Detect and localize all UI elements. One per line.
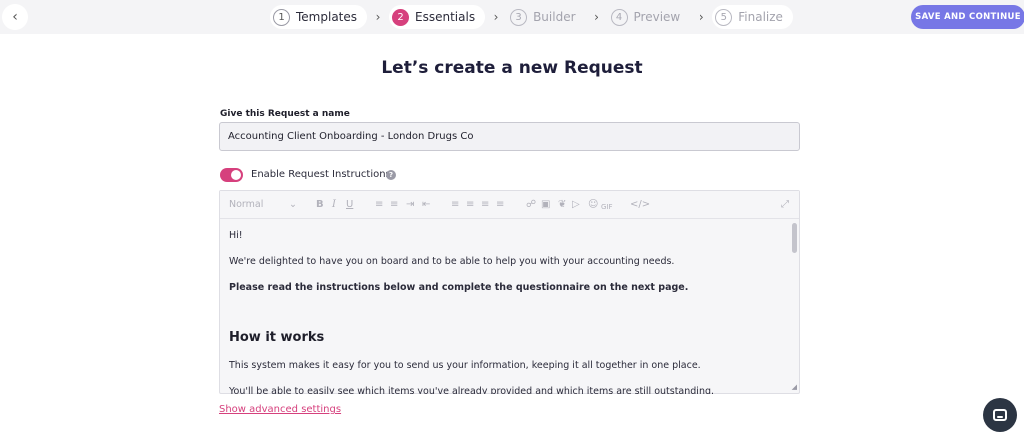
- step-templates[interactable]: 1 Templates: [270, 5, 368, 29]
- content-heading: How it works: [229, 330, 325, 345]
- content-paragraph: This system makes it easy for you to sen…: [229, 360, 701, 371]
- emoji-icon[interactable]: ☺: [588, 198, 598, 212]
- video-icon[interactable]: ▷: [572, 198, 580, 212]
- chevron-right-icon: ›: [493, 10, 499, 24]
- step-label: Finalize: [738, 10, 783, 24]
- attachment-icon[interactable]: ❦: [558, 198, 566, 212]
- step-label: Templates: [296, 10, 358, 24]
- italic-icon[interactable]: I: [332, 198, 336, 212]
- step-number: 1: [273, 8, 290, 26]
- content-bold-paragraph: Please read the instructions below and c…: [229, 282, 689, 293]
- gif-icon[interactable]: GIF: [601, 200, 613, 214]
- align-right-icon[interactable]: ≡: [481, 198, 489, 212]
- step-progress: 1 Templates › 2 Essentials › 3 Builder ›…: [270, 5, 793, 29]
- fullscreen-icon[interactable]: ⤢: [781, 198, 789, 212]
- request-name-input[interactable]: [219, 122, 800, 151]
- step-number: 3: [510, 8, 528, 26]
- step-number: 5: [715, 8, 733, 26]
- align-justify-icon[interactable]: ≡: [496, 198, 504, 212]
- link-icon[interactable]: ☍: [526, 198, 536, 212]
- chat-icon: [993, 409, 1007, 421]
- chevron-down-icon: ⌄: [289, 199, 297, 210]
- code-icon[interactable]: </>: [630, 198, 650, 212]
- request-name-label: Give this Request a name: [220, 109, 350, 119]
- step-essentials[interactable]: 2 Essentials: [389, 5, 486, 29]
- save-and-continue-button[interactable]: SAVE AND CONTINUE: [911, 5, 1024, 29]
- align-left-icon[interactable]: ≡: [451, 198, 459, 212]
- step-number: 2: [392, 8, 410, 26]
- outdent-icon[interactable]: ⇤: [422, 198, 430, 212]
- step-number: 4: [610, 8, 628, 26]
- back-button[interactable]: ‹: [2, 4, 28, 30]
- format-select-value: Normal: [229, 199, 264, 210]
- instructions-editor: Normal ⌄ B I U ≡ ≡ ⇥ ⇤ ≡ ≡ ≡ ≡ ☍ ▣ ❦ ▷ ☺…: [219, 190, 800, 394]
- underline-icon[interactable]: U: [346, 198, 353, 212]
- editor-content[interactable]: Hi! We're delighted to have you on board…: [220, 220, 790, 394]
- page-title: Let’s create a new Request: [381, 58, 643, 78]
- instructions-toggle-label: Enable Request Instructions: [251, 169, 391, 180]
- image-icon[interactable]: ▣: [541, 198, 550, 212]
- indent-icon[interactable]: ⇥: [406, 198, 414, 212]
- step-label: Preview: [633, 10, 681, 24]
- toggle-knob: [231, 170, 241, 180]
- align-center-icon[interactable]: ≡: [466, 198, 474, 212]
- chevron-right-icon: ›: [698, 10, 704, 24]
- top-bar: ‹ 1 Templates › 2 Essentials › 3 Builder…: [0, 0, 1024, 34]
- show-advanced-settings-link[interactable]: Show advanced settings: [219, 404, 341, 415]
- content-paragraph: You'll be able to easily see which items…: [229, 386, 715, 394]
- step-label: Builder: [533, 10, 576, 24]
- chevron-right-icon: ›: [594, 10, 599, 24]
- step-finalize[interactable]: 5 Finalize: [712, 5, 793, 29]
- help-icon[interactable]: ?: [386, 170, 396, 180]
- resize-handle-icon[interactable]: ◢: [792, 383, 797, 391]
- content-paragraph: We're delighted to have you on board and…: [229, 256, 675, 267]
- step-builder[interactable]: 3 Builder: [507, 5, 585, 29]
- step-label: Essentials: [415, 10, 476, 24]
- format-select[interactable]: Normal ⌄: [229, 198, 297, 212]
- chevron-right-icon: ›: [375, 10, 381, 24]
- step-preview[interactable]: 4 Preview: [608, 5, 691, 29]
- bold-icon[interactable]: B: [316, 198, 324, 212]
- bullet-list-icon[interactable]: ≡: [375, 198, 383, 212]
- editor-scrollbar[interactable]: [791, 221, 798, 381]
- content-greeting: Hi!: [229, 230, 243, 241]
- chat-launcher-button[interactable]: [983, 398, 1017, 432]
- scrollbar-thumb[interactable]: [792, 223, 797, 253]
- numbered-list-icon[interactable]: ≡: [390, 198, 398, 212]
- instructions-toggle[interactable]: [220, 168, 243, 182]
- editor-toolbar: Normal ⌄ B I U ≡ ≡ ⇥ ⇤ ≡ ≡ ≡ ≡ ☍ ▣ ❦ ▷ ☺…: [220, 191, 799, 219]
- chevron-left-icon: ‹: [12, 9, 18, 25]
